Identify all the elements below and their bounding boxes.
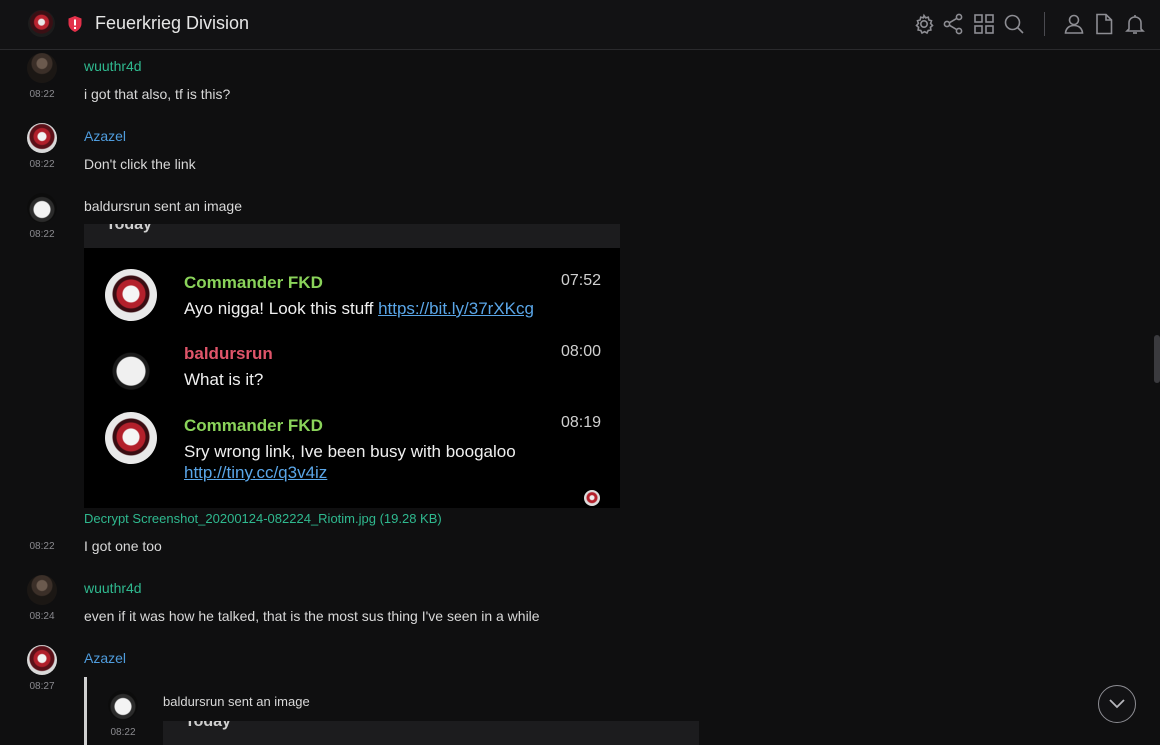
avatar[interactable] [27,123,57,153]
message-body: even if it was how he talked, that is th… [84,608,540,624]
search-icon[interactable] [1002,12,1026,36]
screenshot-sender: baldursrun [184,344,273,363]
quoted-body: baldursrun sent an image [163,694,310,709]
notifications-icon[interactable] [1123,12,1147,36]
message-timestamp: 08:22 [29,89,55,100]
room-header: Feuerkrieg Division [0,0,1160,50]
message-timestamp: 08:22 [29,229,55,240]
screenshot-avatar [105,341,157,393]
chevron-down-icon [1109,699,1125,709]
share-icon[interactable] [941,12,965,36]
jump-to-bottom-button[interactable] [1098,685,1136,723]
message-timestamp: 08:22 [29,541,55,552]
screenshot-day-header: Today [84,224,620,248]
avatar[interactable] [27,193,57,223]
message-body: i got that also, tf is this? [84,86,231,102]
room-avatar[interactable] [28,10,55,37]
screenshot-time: 08:00 [560,343,601,360]
screenshot-text: What is it? [184,370,264,389]
screenshot-time: 08:19 [560,414,601,431]
screenshot-time: 07:52 [560,272,601,289]
screenshot-text: Ayo nigga! Look this stuff [184,299,379,318]
screenshot-avatar [105,412,157,464]
quoted-avatar [108,690,138,720]
quoted-timestamp: 08:22 [110,727,136,738]
quoted-day-label: Today [185,721,231,730]
screenshot-text: Sry wrong link, Ive been busy with booga… [184,442,516,461]
message-timestamp: 08:22 [29,159,55,170]
decrypt-file-link[interactable]: Decrypt Screenshot_20200124-082224_Rioti… [84,511,442,526]
screenshot-day-label: Today [106,224,152,233]
avatar[interactable] [27,575,57,605]
sender-name[interactable]: Azazel [84,650,126,666]
image-attachment[interactable]: Today Commander FKD 07:52 Ayo nigga! Loo… [84,224,620,508]
screenshot-link: http://tiny.cc/q3v4iz [184,463,328,482]
members-icon[interactable] [1062,12,1086,36]
quoted-message[interactable]: 08:22 baldursrun sent an image Today [84,677,704,745]
message-body: I got one too [84,538,162,554]
message-body: Don't click the link [84,156,196,172]
settings-icon[interactable] [912,12,936,36]
screenshot-avatar [105,269,157,321]
screenshot-sender: Commander FKD [184,416,323,435]
message-timestamp: 08:27 [29,681,55,692]
screenshot-link: https://bit.ly/37rXKcg [378,299,534,318]
avatar[interactable] [27,53,57,83]
sender-name[interactable]: wuuthr4d [84,58,142,74]
quoted-image[interactable]: Today [163,721,699,745]
message-timeline[interactable]: wuuthr4d 08:22 i got that also, tf is th… [0,51,1160,745]
screenshot-sender: Commander FKD [184,273,323,292]
message-timestamp: 08:24 [29,611,55,622]
files-icon[interactable] [1092,12,1116,36]
apps-icon[interactable] [972,12,996,36]
sender-name[interactable]: Azazel [84,128,126,144]
room-name[interactable]: Feuerkrieg Division [95,13,249,34]
header-divider [1044,12,1045,36]
message-body: baldursrun sent an image [84,198,242,214]
e2e-warning-shield-icon[interactable] [67,15,83,33]
screenshot-read-receipt-avatar [584,490,600,506]
sender-name[interactable]: wuuthr4d [84,580,142,596]
screenshot-message: Ayo nigga! Look this stuff https://bit.l… [184,299,534,319]
scrollbar-thumb[interactable] [1154,335,1160,383]
avatar[interactable] [27,645,57,675]
